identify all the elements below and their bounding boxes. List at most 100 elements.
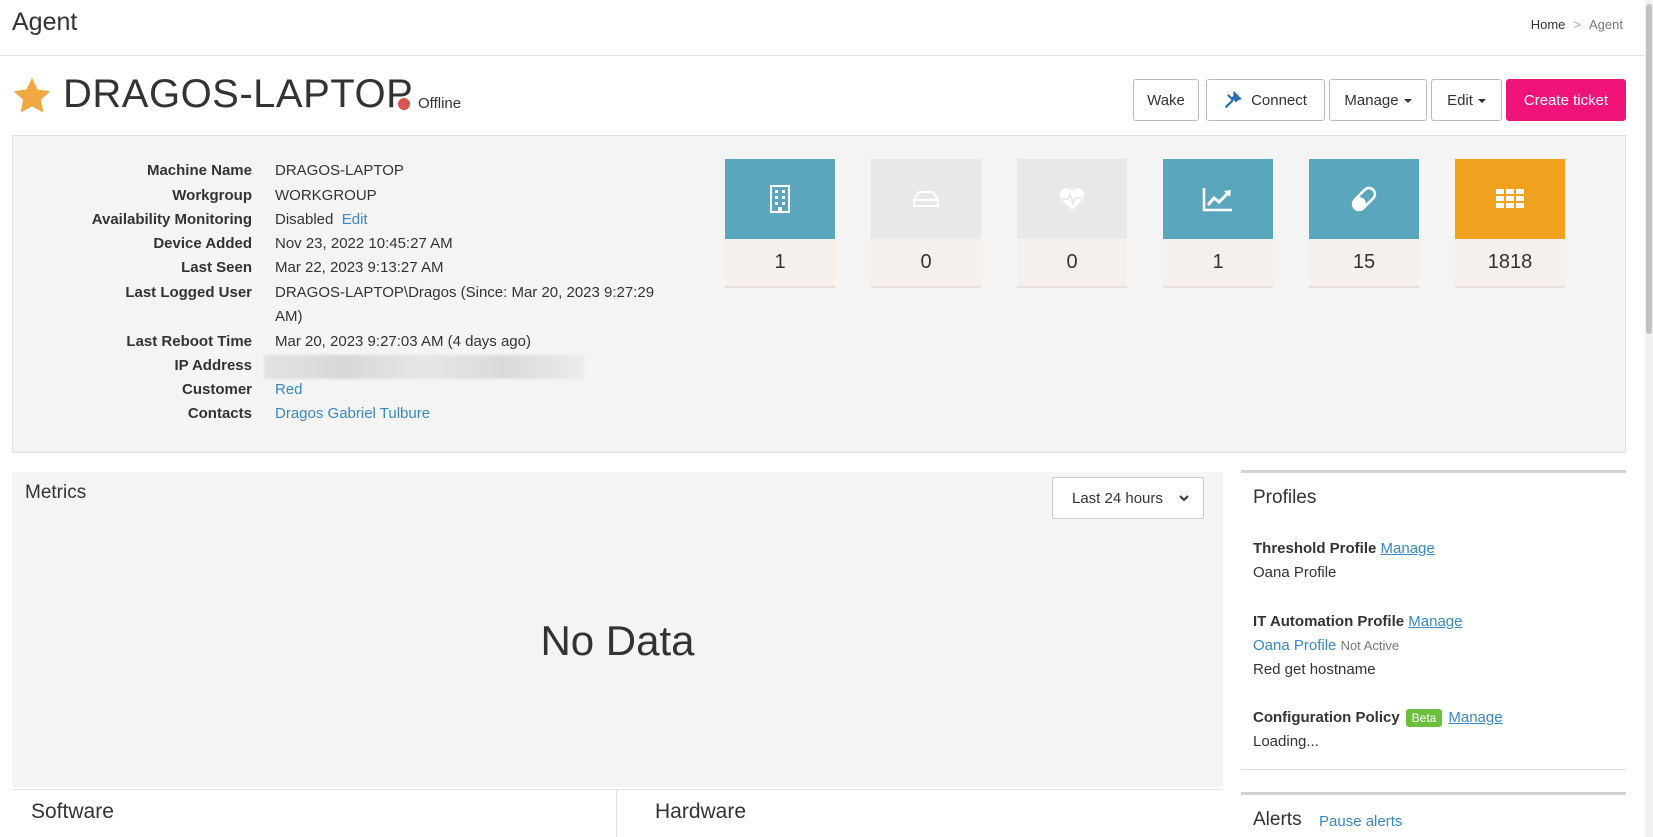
scrollbar[interactable]: [1645, 0, 1653, 837]
tile-health-header: [1017, 159, 1127, 239]
workgroup-label: Workgroup: [172, 187, 252, 204]
device-name: DRAGOS-LAPTOP: [63, 72, 414, 116]
wake-button[interactable]: Wake: [1133, 79, 1199, 121]
tile-disks-value: 0: [871, 239, 981, 288]
alerts-panel: Alerts Pause alerts: [1241, 792, 1626, 837]
contacts-label: Contacts: [187, 405, 252, 422]
customer-label: Customer: [181, 381, 252, 398]
edit-button-label: Edit: [1447, 91, 1473, 109]
tile-buildings-header: [725, 159, 835, 239]
config-policy-label: Configuration Policy: [1253, 709, 1400, 726]
last-seen-label: Last Seen: [181, 259, 252, 276]
config-manage-link[interactable]: Manage: [1448, 709, 1502, 726]
pill-icon: [1351, 186, 1377, 212]
no-data-message: No Data: [540, 617, 695, 664]
last-reboot-label: Last Reboot Time: [126, 333, 252, 350]
beta-badge: Beta: [1405, 709, 1443, 727]
star-icon[interactable]: [11, 75, 53, 117]
scrollbar-thumb[interactable]: [1646, 4, 1652, 334]
status-text: Offline: [418, 95, 462, 112]
manage-button-label: Manage: [1344, 91, 1399, 109]
machine-name-value: DRAGOS-LAPTOP: [275, 162, 404, 179]
last-reboot-value: Mar 20, 2023 9:27:03 AM (4 days ago): [275, 333, 531, 350]
tile-health[interactable]: 0: [1017, 159, 1127, 288]
automation-status: Not Active: [1340, 638, 1400, 653]
automation-profile-link[interactable]: Oana Profile: [1253, 637, 1336, 654]
caret-down-icon: [1477, 99, 1486, 103]
pause-alerts-link[interactable]: Pause alerts: [1319, 813, 1402, 830]
status-dot: [398, 97, 410, 110]
tile-disks-header: [871, 159, 981, 239]
tile-buildings[interactable]: 1: [725, 159, 835, 288]
breadcrumb-current: Agent: [1589, 17, 1623, 32]
heartbeat-icon: [1059, 188, 1085, 210]
connect-button-label: Connect: [1251, 91, 1307, 109]
tile-software-header: [1455, 159, 1565, 239]
contacts-link[interactable]: Dragos Gabriel Tulbure: [275, 405, 430, 422]
threshold-manage-link[interactable]: Manage: [1381, 540, 1435, 557]
availability-label: Availability Monitoring: [91, 211, 252, 228]
threshold-profile-label: Threshold Profile: [1253, 540, 1377, 557]
automation-profile-label: IT Automation Profile: [1253, 613, 1405, 630]
section-divider: [12, 789, 1223, 790]
breadcrumb-separator: >: [1573, 17, 1582, 32]
availability-value: Disabled Edit: [275, 211, 368, 228]
software-section-title: Software: [31, 800, 114, 823]
hardware-section-title: Hardware: [655, 800, 747, 823]
metrics-panel: Metrics Last 24 hours No Data: [12, 472, 1223, 787]
chevron-down-icon: [1179, 495, 1189, 502]
grid-icon: [1496, 189, 1524, 208]
tile-patches-header: [1309, 159, 1419, 239]
config-policy-status: Loading...: [1253, 733, 1319, 750]
create-ticket-label: Create ticket: [1523, 91, 1609, 109]
tile-performance-header: [1163, 159, 1273, 239]
ip-address-label: IP Address: [174, 357, 252, 374]
hard-drive-icon: [913, 191, 939, 207]
threshold-profile-row: Threshold Profile Manage: [1253, 540, 1435, 557]
tools-icon: [1225, 91, 1242, 108]
customer-link[interactable]: Red: [275, 381, 303, 398]
automation-profile-item: Oana Profile Not Active: [1253, 637, 1399, 654]
breadcrumb-home[interactable]: Home: [1531, 17, 1566, 32]
top-header: Agent Home > Agent: [0, 0, 1645, 56]
edit-dropdown-button[interactable]: Edit: [1431, 79, 1502, 121]
last-seen-value: Mar 22, 2023 9:13:27 AM: [275, 259, 444, 276]
threshold-profile-link[interactable]: Oana Profile: [1253, 564, 1336, 581]
manage-dropdown-button[interactable]: Manage: [1329, 79, 1427, 121]
tile-performance-value: 1: [1163, 239, 1273, 288]
tile-health-value: 0: [1017, 239, 1127, 288]
caret-down-icon: [1403, 99, 1412, 103]
time-range-select[interactable]: Last 24 hours: [1052, 477, 1204, 519]
metrics-title: Metrics: [25, 482, 87, 503]
ip-address-redacted: [264, 355, 584, 379]
device-added-label: Device Added: [153, 235, 252, 252]
tile-buildings-value: 1: [725, 239, 835, 288]
profiles-panel: Profiles Threshold Profile Manage Oana P…: [1241, 470, 1626, 770]
section-divider-vertical: [616, 790, 617, 837]
page-title: Agent: [12, 8, 78, 36]
alerts-title: Alerts: [1253, 809, 1302, 830]
time-range-value: Last 24 hours: [1072, 489, 1163, 507]
status-indicator: Offline: [398, 95, 461, 112]
tile-disks[interactable]: 0: [871, 159, 981, 288]
config-policy-row: Configuration Policy Beta Manage: [1253, 709, 1503, 727]
automation-profile-row: IT Automation Profile Manage: [1253, 613, 1463, 630]
building-icon: [770, 185, 790, 213]
wake-button-label: Wake: [1147, 91, 1185, 109]
line-chart-icon: [1202, 188, 1232, 212]
tile-performance[interactable]: 1: [1163, 159, 1273, 288]
workgroup-value: WORKGROUP: [275, 187, 377, 204]
tile-software[interactable]: 1818: [1455, 159, 1565, 288]
machine-name-label: Machine Name: [146, 162, 252, 179]
automation-manage-link[interactable]: Manage: [1408, 613, 1462, 630]
automation-profile-link-2[interactable]: Red get hostname: [1253, 661, 1376, 678]
last-user-label: Last Logged User: [125, 284, 252, 301]
last-user-value-line2: AM): [275, 308, 303, 325]
availability-edit-link[interactable]: Edit: [342, 211, 368, 228]
connect-button[interactable]: Connect: [1206, 79, 1325, 121]
last-user-value-line1: DRAGOS-LAPTOP\Dragos (Since: Mar 20, 202…: [275, 284, 655, 301]
tile-patches[interactable]: 15: [1309, 159, 1419, 288]
breadcrumb: Home > Agent: [1531, 17, 1623, 32]
tile-software-value: 1818: [1455, 239, 1565, 288]
create-ticket-button[interactable]: Create ticket: [1506, 79, 1626, 121]
